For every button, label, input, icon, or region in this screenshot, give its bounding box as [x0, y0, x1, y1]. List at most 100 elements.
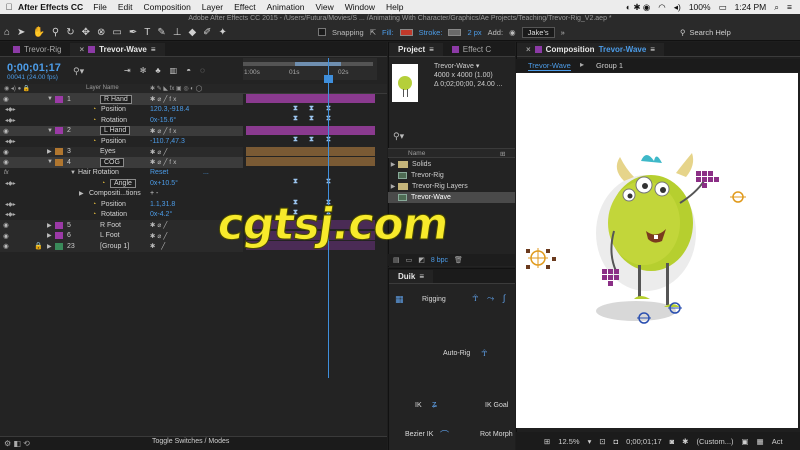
keyframe-nav-icon[interactable]: ◂◆▸ — [5, 106, 16, 113]
trash-icon[interactable]: 🗑 — [454, 256, 463, 264]
interpret-footage-icon[interactable]: ▤ — [393, 256, 400, 264]
layer-switches[interactable]: ✱⌀╱ — [150, 232, 169, 240]
menu-composition[interactable]: Composition — [144, 2, 191, 12]
expand-arrow-icon[interactable]: ▼ — [47, 159, 53, 165]
panel-menu-icon[interactable]: ≡ — [151, 45, 156, 54]
type-tool-icon[interactable]: T — [144, 27, 150, 38]
name-column[interactable]: Name — [408, 150, 425, 157]
layer-bar-r-hand[interactable] — [246, 94, 375, 103]
layer-name-header[interactable]: Layer Name — [86, 85, 119, 91]
rectangle-tool-icon[interactable]: ▭ — [112, 27, 121, 38]
visibility-icon[interactable]: ◉ — [3, 127, 9, 135]
property-value[interactable]: 0x-4.2° — [150, 211, 172, 218]
keyframe-nav-icon[interactable]: ◂◆▸ — [5, 180, 16, 187]
layer-bar-cog[interactable] — [246, 157, 375, 166]
add-icon[interactable]: ◉ — [509, 28, 516, 37]
comp-time[interactable]: 0;00;01;17 — [626, 437, 661, 446]
layer-row-cog[interactable]: ◉ ▼ 4 COG ✱⌀╱fx — [0, 157, 243, 168]
tab-composition[interactable]: × Composition Trevor-Wave ≡ — [517, 43, 664, 56]
property-value[interactable]: + - — [150, 190, 158, 197]
layer-name[interactable]: L Hand — [100, 126, 131, 136]
effect-options[interactable]: ... — [203, 169, 209, 176]
visibility-icon[interactable]: ◉ — [3, 148, 9, 156]
expand-arrow-icon[interactable]: ▶ — [79, 190, 84, 197]
list-icon[interactable]: ≡ — [787, 2, 792, 12]
curve-icon[interactable]: ∫ — [503, 293, 505, 303]
visibility-icon[interactable]: ◉ — [3, 232, 9, 240]
panel-menu-icon[interactable]: ≡ — [429, 45, 434, 54]
effect-row-hair-rotation[interactable]: fx ▼ Hair Rotation Reset ... — [0, 168, 243, 179]
layer-name[interactable]: R Foot — [100, 222, 121, 229]
grid-icon[interactable]: ⊡ — [599, 437, 605, 446]
home-icon[interactable]: ⌂ — [4, 27, 10, 38]
stroke-width[interactable]: 2 px — [467, 28, 481, 37]
bezier-ik-button[interactable]: Bezier IK — [405, 431, 433, 438]
battery-percent[interactable]: 100% — [689, 2, 711, 12]
menu-animation[interactable]: Animation — [267, 2, 305, 12]
breadcrumb-group-1[interactable]: Group 1 — [596, 61, 623, 70]
property-row-position[interactable]: ◂◆▸ ◔ Position -110.7,47.3 — [0, 136, 243, 147]
expand-arrow-icon[interactable]: ▼ — [47, 96, 53, 102]
shy-icon[interactable]: ♣ — [155, 66, 160, 75]
hand-tool-icon[interactable]: ✋ — [32, 27, 44, 38]
search-icon[interactable]: ⚲▾ — [393, 131, 404, 142]
layer-row-group-1[interactable]: ◉ 🔒 ▶ 23 [Group 1] ✱ ╱ — [0, 241, 243, 252]
fx-icon[interactable]: fx — [4, 170, 9, 176]
expand-arrow-icon[interactable]: ▶ — [388, 183, 398, 190]
layer-switches[interactable]: ✱⌀╱fx — [150, 127, 178, 135]
layer-row-eyes[interactable]: ◉ ▶ 3 Eyes ✱⌀╱ — [0, 146, 243, 157]
label-color[interactable] — [55, 232, 63, 240]
keyframe-marker[interactable]: ⧗ — [293, 105, 298, 113]
snapping-options-icon[interactable]: ⇱ — [370, 28, 376, 37]
keyframe-marker[interactable]: ⧗ — [293, 115, 298, 123]
project-item-trevor-rig[interactable]: Trevor-Rig — [388, 170, 515, 181]
composition-viewer[interactable] — [516, 73, 798, 428]
keyframe-marker[interactable]: ⧗ — [309, 105, 314, 113]
tab-effect-controls[interactable]: Effect C — [443, 43, 500, 56]
ik-button[interactable]: IK — [415, 402, 422, 409]
property-value[interactable]: 1.1,31.8 — [150, 201, 175, 208]
walk-icon[interactable]: ⤳ — [487, 293, 494, 304]
app-menu[interactable]: After Effects CC — [18, 2, 83, 12]
label-color[interactable] — [55, 148, 63, 156]
keyframe-marker[interactable]: ⧗ — [309, 136, 314, 144]
clone-tool-icon[interactable]: ⊥ — [173, 27, 182, 38]
rotate-tool-icon[interactable]: ↻ — [66, 27, 74, 38]
motion-blur-icon[interactable]: ◓ — [186, 66, 191, 75]
time-ruler[interactable]: 1:00s 01s 02s — [243, 58, 377, 80]
label-color[interactable] — [55, 242, 63, 250]
close-icon[interactable]: × — [526, 45, 531, 54]
frame-blending-icon[interactable]: ▥ — [170, 66, 178, 75]
visibility-icon[interactable]: ◉ — [3, 242, 9, 250]
snapshot-icon[interactable]: ◙ — [670, 437, 675, 446]
property-value[interactable]: 0x+10.5° — [150, 180, 178, 187]
graph-editor-icon[interactable]: ◌ — [200, 66, 205, 75]
tab-project[interactable]: Project ≡ — [389, 43, 443, 56]
layer-name[interactable]: [Group 1] — [100, 243, 129, 250]
expand-arrow-icon[interactable]: ▼ — [70, 170, 76, 176]
property-row-position[interactable]: ◂◆▸ ◔ Position 1.1,31.8 — [0, 199, 243, 210]
project-item-name[interactable]: Trevor-Wave ▾ — [434, 62, 503, 71]
label-color[interactable] — [55, 127, 63, 135]
menu-edit[interactable]: Edit — [118, 2, 133, 12]
puppet-icon[interactable]: ☥ — [472, 293, 479, 304]
workspace-menu-icon[interactable]: » — [561, 28, 565, 37]
workspace-selector[interactable]: Jake's — [521, 26, 555, 38]
menu-help[interactable]: Help — [386, 2, 403, 12]
stroke-label[interactable]: Stroke: — [419, 28, 443, 37]
resolution-dropdown[interactable]: (Custom...) — [696, 437, 733, 446]
layer-switches[interactable]: ✱⌀╱ — [150, 221, 169, 229]
auto-rig-button[interactable]: Auto-Rig — [443, 350, 470, 357]
active-camera[interactable]: Act — [772, 437, 783, 446]
expand-arrow-icon[interactable]: ▶ — [47, 243, 52, 250]
ik-goal-button[interactable]: IK Goal — [485, 402, 508, 409]
tab-trevor-wave[interactable]: × Trevor-Wave ≡ — [70, 43, 165, 56]
new-folder-icon[interactable]: ▭ — [406, 256, 413, 264]
panel-menu-icon[interactable]: ≡ — [650, 45, 655, 54]
roto-tool-icon[interactable]: ✐ — [203, 27, 211, 38]
layer-row-r-foot[interactable]: ◉ ▶ 5 R Foot ✱⌀╱ — [0, 220, 243, 231]
region-icon[interactable]: ▣ — [742, 437, 749, 446]
flowchart-icon[interactable]: ⊞ — [500, 150, 505, 158]
current-time[interactable]: 0;00;01;17 — [7, 62, 61, 74]
stopwatch-icon[interactable]: ◔ — [92, 211, 96, 218]
